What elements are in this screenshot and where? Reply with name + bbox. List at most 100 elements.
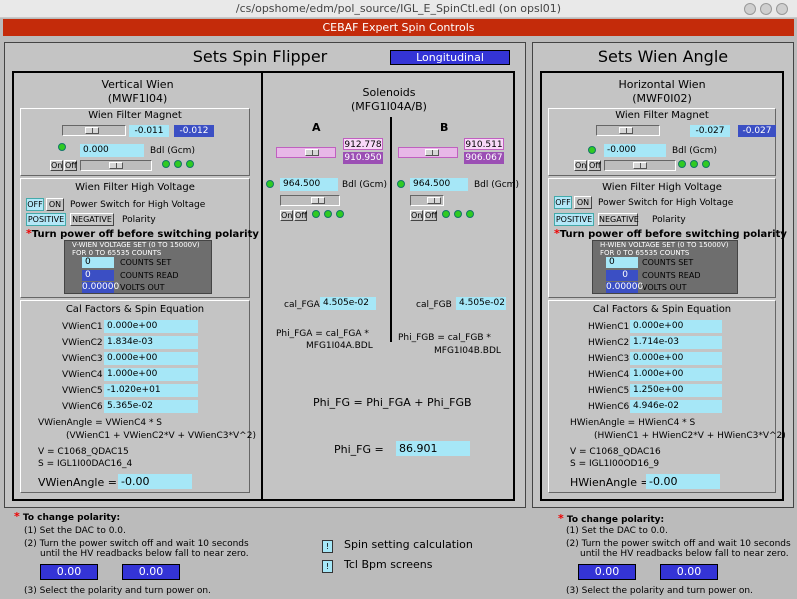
phi-sum-equation: Phi_FG = Phi_FGA + Phi_FGB (313, 396, 472, 409)
vwien-c2-input[interactable]: 1.834e-03 (104, 336, 198, 349)
hwien-eq2: (HWienC1 + HWienC2*V + HWienC3*V^2) (594, 431, 786, 441)
vwien-magnet-read: -0.012 (174, 125, 214, 137)
right-note-step2b: until the HV readbacks below fall to nea… (580, 549, 789, 559)
vwien-hv-off-button[interactable]: OFF (26, 198, 44, 211)
vwien-cal-title: Cal Factors & Spin Equation (65, 304, 205, 315)
mode-indicator: Longitudinal (390, 50, 510, 65)
solenoid-b-label: B (440, 121, 449, 134)
hwien-negative-button[interactable]: NEGATIVE (598, 213, 639, 226)
spin-calc-button[interactable]: ! (322, 540, 333, 553)
hwien-hv-title: Wien Filter High Voltage (602, 182, 722, 193)
hwien-off-button[interactable]: Off (588, 160, 601, 171)
spin-calc-link[interactable]: Spin setting calculation (344, 538, 473, 551)
solenoid-a-led-2 (324, 210, 332, 218)
vwien-magnet-set[interactable]: -0.011 (129, 125, 169, 137)
right-note-step2a: (2) Turn the power switch off and wait 1… (566, 539, 791, 549)
vwien-led-1 (162, 160, 170, 168)
maximize-icon[interactable] (760, 3, 772, 15)
vwien-c5-input[interactable]: -1.020e+01 (104, 384, 198, 397)
solenoid-b-slider[interactable] (398, 147, 458, 158)
solenoid-divider (390, 117, 392, 342)
solenoid-b-led-3 (466, 210, 474, 218)
solenoid-a-bdl[interactable]: 964.500 (280, 178, 338, 191)
solenoid-a-on-button[interactable]: On (280, 210, 293, 221)
hwien-counts-read: 0 (606, 270, 638, 281)
vwien-bdl-slider[interactable] (80, 160, 152, 171)
solenoid-a-eq1: Phi_FGA = cal_FGA * (276, 329, 369, 339)
vwien-subtitle: (MWF1I04) (107, 92, 168, 105)
hwien-c1-input[interactable]: 0.000e+00 (630, 320, 722, 333)
vwien-c4-input[interactable]: 1.000e+00 (104, 368, 198, 381)
left-hv-readback-1: 0.00 (40, 564, 98, 580)
solenoid-b-cal-label: cal_FGB (416, 300, 452, 310)
vwien-c6-input[interactable]: 5.365e-02 (104, 400, 198, 413)
solenoid-b-off-button[interactable]: Off (424, 210, 437, 221)
hwien-eq3: V = C1068_QDAC16 (570, 447, 661, 457)
solenoid-b-cal-input[interactable]: 4.505e-02 (456, 297, 506, 310)
vwien-hv-on-button[interactable]: ON (46, 198, 64, 211)
vwien-warning: *Turn power off before switching polarit… (26, 227, 259, 240)
hwien-bdl-input[interactable]: -0.000 (604, 144, 666, 157)
solenoid-b-led-1 (442, 210, 450, 218)
tcl-bpm-link[interactable]: Tcl Bpm screens (344, 558, 433, 571)
hwien-c5-input[interactable]: 1.250e+00 (630, 384, 722, 397)
solenoid-a-off-button[interactable]: Off (294, 210, 307, 221)
vwien-off-button[interactable]: Off (64, 160, 77, 171)
vwien-eq3: V = C1068_QDAC15 (38, 447, 129, 457)
solenoid-b-on-button[interactable]: On (410, 210, 423, 221)
vwien-on-button[interactable]: On (50, 160, 63, 171)
solenoid-b-bdl-label: Bdl (Gcm) (474, 180, 519, 190)
vwien-c1-input[interactable]: 0.000e+00 (104, 320, 198, 333)
vwien-counts-set[interactable]: 0 (82, 257, 114, 268)
hwien-hv-off-button[interactable]: OFF (554, 196, 572, 209)
left-note-step2b: until the HV readbacks below fall to nea… (40, 549, 249, 559)
vwien-led-3 (186, 160, 194, 168)
hwien-bdl-label: Bdl (Gcm) (672, 146, 717, 156)
hwien-c2-input[interactable]: 1.714e-03 (630, 336, 722, 349)
tcl-bpm-button[interactable]: ! (322, 560, 333, 573)
hwien-magnet-set[interactable]: -0.027 (690, 125, 730, 137)
left-notes-title: * To change polarity: (14, 510, 121, 523)
vwien-counts-read: 0 (82, 270, 114, 281)
app-banner: CEBAF Expert Spin Controls (3, 19, 794, 36)
solenoid-a-cal-input[interactable]: 4.505e-02 (320, 297, 376, 310)
solenoid-b-read: 906.067 (464, 152, 504, 164)
hwien-c4-input[interactable]: 1.000e+00 (630, 368, 722, 381)
solenoid-a-read: 910.950 (343, 152, 383, 164)
hwien-on-button[interactable]: On (574, 160, 587, 171)
solenoid-a-bdl-slider[interactable] (280, 195, 340, 206)
vwien-c2-label: VWienC2 (62, 338, 103, 348)
vwien-c1-label: VWienC1 (62, 322, 103, 332)
vwien-positive-button[interactable]: POSITIVE (26, 213, 66, 226)
vwien-magnet-slider[interactable] (62, 125, 126, 136)
solenoids-subtitle: (MFG1I04A/B) (351, 100, 427, 113)
hwien-c3-input[interactable]: 0.000e+00 (630, 352, 722, 365)
hwien-magnet-slider[interactable] (596, 125, 660, 136)
hwien-counts-set[interactable]: 0 (606, 257, 638, 268)
vwien-c3-input[interactable]: 0.000e+00 (104, 352, 198, 365)
vwien-bdl-input[interactable]: 0.000 (80, 144, 144, 157)
solenoid-b-set[interactable]: 910.511 (464, 138, 504, 150)
hwien-c2-label: HWienC2 (588, 338, 630, 348)
solenoid-b-bdl-slider[interactable] (410, 195, 444, 206)
minimize-icon[interactable] (744, 3, 756, 15)
hwien-c4-label: HWienC4 (588, 370, 630, 380)
hwien-volts-out-label: VOLTS OUT (642, 283, 687, 292)
close-icon[interactable] (776, 3, 788, 15)
hwien-positive-button[interactable]: POSITIVE (554, 213, 594, 226)
solenoid-a-slider[interactable] (276, 147, 336, 158)
solenoid-a-set[interactable]: 912.778 (343, 138, 383, 150)
hwien-bdl-slider[interactable] (604, 160, 676, 171)
vwien-polarity-label: Polarity (122, 215, 156, 225)
right-note-step3: (3) Select the polarity and turn power o… (566, 586, 753, 596)
spin-flipper-title: Sets Spin Flipper (192, 47, 328, 66)
hwien-eq1: HWienAngle = HWienC4 * S (570, 418, 696, 428)
hwien-hv-on-button[interactable]: ON (574, 196, 592, 209)
vwien-negative-button[interactable]: NEGATIVE (70, 213, 114, 226)
vwien-eq2: (VWienC1 + VWienC2*V + VWienC3*V^2) (66, 431, 256, 441)
solenoid-b-bdl[interactable]: 964.500 (410, 178, 468, 191)
hwien-subtitle: (MWF0I02) (632, 92, 692, 105)
hwien-c6-input[interactable]: 4.946e-02 (630, 400, 722, 413)
vwien-led-2 (174, 160, 182, 168)
solenoids-title: Solenoids (362, 86, 416, 99)
